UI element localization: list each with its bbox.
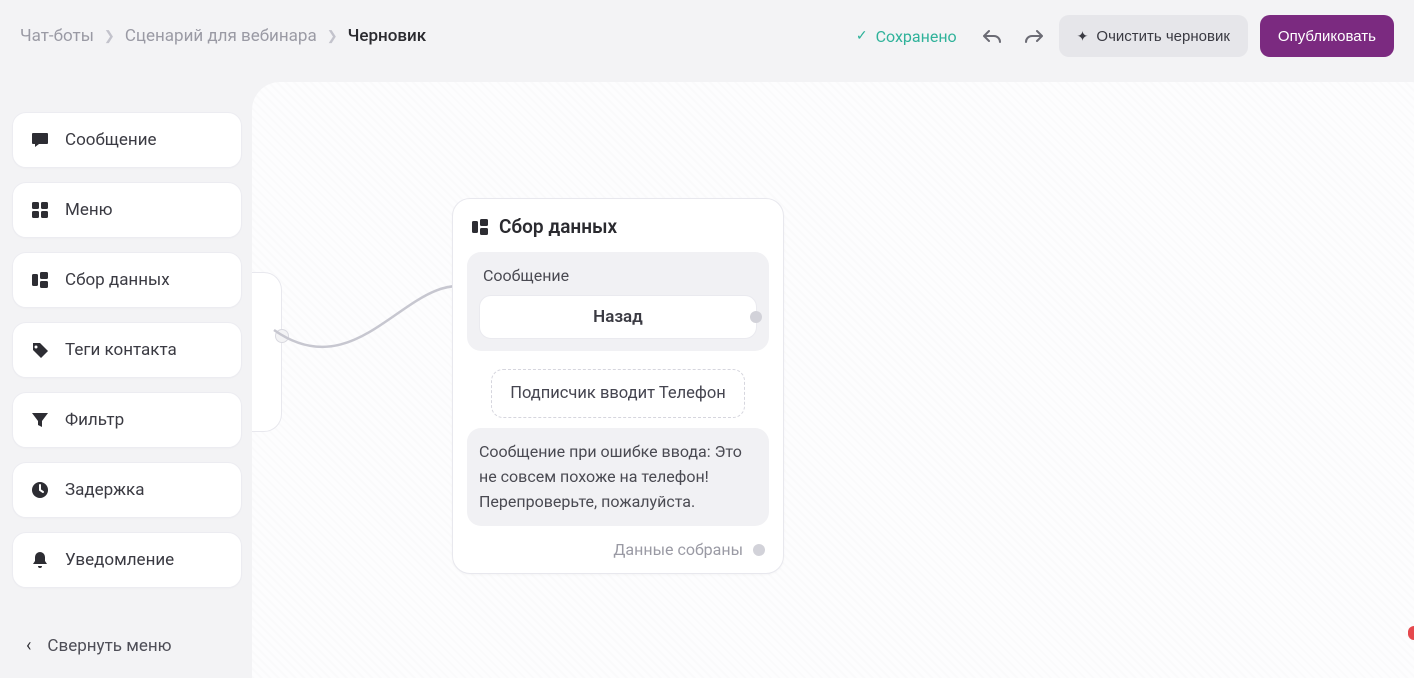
grid-icon xyxy=(29,200,51,220)
header-actions: ✓ Сохранено ✦ Очистить черновик Опублико… xyxy=(856,15,1394,57)
collapse-sidebar-button[interactable]: ‹ Свернуть меню xyxy=(12,625,242,666)
floating-action-edge[interactable] xyxy=(1408,626,1414,640)
header: Чат-боты ❯ Сценарий для вебинара ❯ Черно… xyxy=(0,0,1414,72)
breadcrumb-chatbots[interactable]: Чат-боты xyxy=(20,26,94,46)
subscriber-input-hint[interactable]: Подписчик вводит Телефон xyxy=(491,369,745,418)
output-port[interactable] xyxy=(275,329,289,343)
sidebar-item-delay[interactable]: Задержка xyxy=(12,462,242,518)
sidebar-item-message[interactable]: Сообщение xyxy=(12,112,242,168)
undo-button[interactable] xyxy=(979,22,1007,50)
clear-draft-label: Очистить черновик xyxy=(1096,28,1230,45)
sidebar-item-label: Уведомление xyxy=(65,550,174,570)
data-collected-label: Данные собраны xyxy=(613,540,743,559)
bell-icon xyxy=(29,550,51,570)
form-icon xyxy=(29,270,51,290)
node-header: Сбор данных xyxy=(467,213,769,242)
sidebar-item-label: Сбор данных xyxy=(65,270,170,290)
sidebar-item-label: Задержка xyxy=(65,480,145,500)
sidebar-item-filter[interactable]: Фильтр xyxy=(12,392,242,448)
saved-indicator: ✓ Сохранено xyxy=(856,27,957,46)
sidebar-item-label: Сообщение xyxy=(65,130,157,150)
clock-icon xyxy=(29,480,51,500)
output-port[interactable] xyxy=(753,544,765,556)
saved-label: Сохранено xyxy=(876,27,957,46)
clear-draft-button[interactable]: ✦ Очистить черновик xyxy=(1059,15,1248,57)
chevron-right-icon: ❯ xyxy=(327,29,338,44)
sidebar: Сообщение Меню Сбор данных Теги контакта… xyxy=(12,112,242,666)
output-port[interactable] xyxy=(750,311,762,323)
error-message-panel[interactable]: Сообщение при ошибке ввода: Это не совсе… xyxy=(467,428,769,526)
redo-button[interactable] xyxy=(1019,22,1047,50)
breadcrumb-draft: Черновик xyxy=(348,26,427,46)
message-icon xyxy=(29,130,51,150)
funnel-icon xyxy=(29,410,51,430)
breadcrumb-scenario[interactable]: Сценарий для вебинара xyxy=(125,26,317,46)
chevron-right-icon: ❯ xyxy=(104,29,115,44)
tag-icon xyxy=(29,340,51,360)
check-icon: ✓ xyxy=(856,28,868,44)
data-collected-route[interactable]: Данные собраны xyxy=(467,536,769,559)
sidebar-item-label: Фильтр xyxy=(65,410,124,430)
node-title: Сбор данных xyxy=(499,215,617,238)
redo-icon xyxy=(1023,29,1043,43)
collapse-label: Свернуть меню xyxy=(47,636,171,656)
input-hint-wrap: Подписчик вводит Телефон xyxy=(467,361,769,418)
publish-label: Опубликовать xyxy=(1278,28,1376,45)
sidebar-item-datacollect[interactable]: Сбор данных xyxy=(12,252,242,308)
sidebar-item-tags[interactable]: Теги контакта xyxy=(12,322,242,378)
form-icon xyxy=(471,218,489,236)
publish-button[interactable]: Опубликовать xyxy=(1260,15,1394,57)
sparkle-icon: ✦ xyxy=(1077,28,1089,45)
back-button-label: Назад xyxy=(593,307,643,327)
message-panel-label: Сообщение xyxy=(483,266,757,285)
breadcrumb: Чат-боты ❯ Сценарий для вебинара ❯ Черно… xyxy=(20,26,426,46)
sidebar-item-menu[interactable]: Меню xyxy=(12,182,242,238)
sidebar-item-label: Меню xyxy=(65,200,113,220)
undo-icon xyxy=(983,29,1003,43)
node-data-collection[interactable]: Сбор данных Сообщение Назад Подписчик вв… xyxy=(452,198,784,574)
chevron-left-icon: ‹ xyxy=(26,635,31,656)
back-button[interactable]: Назад xyxy=(479,295,757,339)
message-panel[interactable]: Сообщение Назад xyxy=(467,252,769,351)
canvas[interactable]: Сбор данных Сообщение Назад Подписчик вв… xyxy=(252,82,1414,678)
previous-node-edge[interactable] xyxy=(252,272,282,432)
error-message-text: Сообщение при ошибке ввода: Это не совсе… xyxy=(479,440,757,514)
sidebar-item-label: Теги контакта xyxy=(65,340,177,360)
sidebar-item-notify[interactable]: Уведомление xyxy=(12,532,242,588)
